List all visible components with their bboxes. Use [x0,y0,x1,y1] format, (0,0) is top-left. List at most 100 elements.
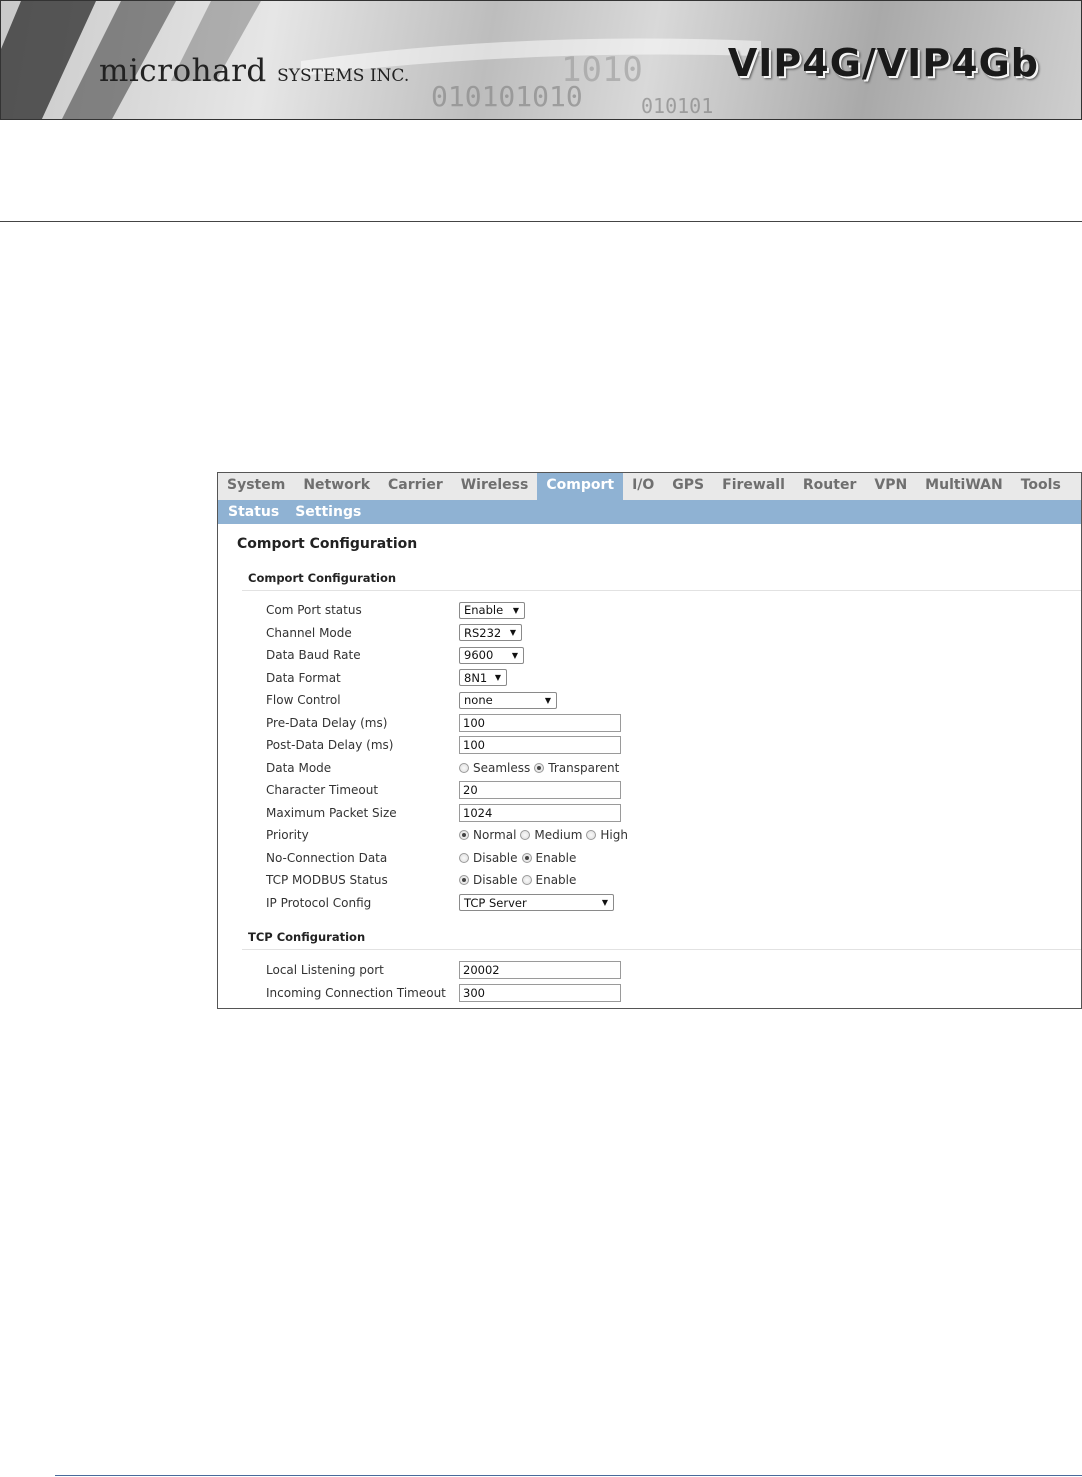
channel-mode-select[interactable]: RS232 ▼ [459,624,522,641]
data-baud-rate-select[interactable]: 9600 ▼ [459,646,524,664]
tab-firewall[interactable]: Firewall [713,473,794,500]
com-port-status-label: Com Port status [266,603,362,617]
priority-radio-group: Normal Medium High [459,828,632,842]
row-data-mode: Data Mode Seamless Transparent [266,758,623,778]
post-data-delay-input[interactable] [459,736,621,754]
local-listening-port-input[interactable] [459,961,621,979]
tab-tools[interactable]: Tools [1012,473,1070,500]
brand-name: microhard [99,53,267,89]
row-pre-data-delay: Pre-Data Delay (ms) [266,713,621,733]
character-timeout-input[interactable] [459,781,621,799]
row-channel-mode: Channel Mode RS232 ▼ [266,623,522,643]
svg-text:010101010: 010101010 [431,80,583,113]
dropdown-arrow-icon: ▼ [494,673,501,682]
row-com-port-status: Com Port status Enable ▼ [266,600,525,620]
row-flow-control: Flow Control none ▼ [266,690,557,710]
comport-section-title: Comport Configuration [248,571,397,585]
no-connection-data-enable-radio[interactable] [521,852,532,863]
ip-protocol-config-label: IP Protocol Config [266,895,372,910]
priority-medium-label: Medium [534,828,583,842]
priority-normal-label: Normal [473,828,517,842]
tab-multiwan[interactable]: MultiWAN [916,473,1012,500]
dropdown-arrow-icon: ▼ [511,650,518,660]
no-connection-data-disable-label: Disable [473,850,518,865]
data-mode-label: Data Mode [266,760,332,775]
tab-comport[interactable]: Comport [537,473,624,500]
dropdown-arrow-icon: ▼ [512,605,519,615]
dropdown-arrow-icon: ▼ [544,695,551,705]
tcp-modbus-enable-label: Enable [535,873,577,887]
channel-mode-label: Channel Mode [266,625,352,640]
character-timeout-label: Character Timeout [266,783,379,797]
dropdown-arrow-icon: ▼ [509,628,516,637]
subtab-status[interactable]: Status [220,504,287,520]
data-mode-radio-group: Seamless Transparent [459,761,623,775]
tab-router[interactable]: Router [794,473,865,500]
ip-protocol-config-select[interactable]: TCP Server ▼ [459,894,614,911]
web-ui-panel: System Network Carrier Wireless Comport … [217,472,1082,1009]
flow-control-select[interactable]: none ▼ [459,691,557,709]
data-mode-seamless-label: Seamless [473,760,531,775]
data-format-label: Data Format [266,670,341,685]
com-port-status-select[interactable]: Enable ▼ [459,601,525,619]
data-format-select[interactable]: 8N1 ▼ [459,669,507,686]
tcp-modbus-status-radio-group: Disable Enable [459,873,580,887]
tab-vpn[interactable]: VPN [865,473,916,500]
tab-gps[interactable]: GPS [663,473,713,500]
row-character-timeout: Character Timeout [266,780,621,800]
tcp-modbus-status-label: TCP MODBUS Status [266,873,388,887]
page-title: Comport Configuration [237,536,418,552]
row-data-format: Data Format 8N1 ▼ [266,668,507,688]
data-mode-transparent-radio[interactable] [534,762,545,773]
tcp-modbus-enable-radio[interactable] [521,875,532,885]
no-connection-data-label: No-Connection Data [266,850,388,865]
tab-wireless[interactable]: Wireless [452,473,538,500]
tcp-modbus-disable-label: Disable [473,873,518,887]
flow-control-value: none [464,693,493,707]
row-no-connection-data: No-Connection Data Disable Enable [266,848,580,868]
ip-protocol-config-value: TCP Server [464,895,527,910]
brand-logo: microhard SYSTEMS INC. [99,53,409,89]
data-baud-rate-value: 9600 [464,648,494,662]
priority-normal-radio[interactable] [459,830,469,840]
tab-io[interactable]: I/O [623,473,663,500]
section-divider [242,949,1081,950]
post-data-delay-label: Post-Data Delay (ms) [266,738,394,752]
flow-control-label: Flow Control [266,693,341,707]
row-local-listening-port: Local Listening port [266,960,621,980]
row-priority: Priority Normal Medium High [266,825,632,845]
com-port-status-value: Enable [464,603,504,617]
product-title: VIP4G/VIP4Gb [727,41,1039,85]
brand-suffix: SYSTEMS INC. [277,66,410,86]
priority-label: Priority [266,828,309,842]
incoming-connection-timeout-label: Incoming Connection Timeout [266,985,446,1000]
row-data-baud-rate: Data Baud Rate 9600 ▼ [266,645,524,665]
footer-divider [55,1475,1082,1476]
priority-medium-radio[interactable] [520,830,531,840]
tab-carrier[interactable]: Carrier [379,473,452,500]
row-incoming-connection-timeout: Incoming Connection Timeout [266,983,621,1003]
row-post-data-delay: Post-Data Delay (ms) [266,735,621,755]
row-ip-protocol-config: IP Protocol Config TCP Server ▼ [266,893,614,913]
incoming-connection-timeout-input[interactable] [459,983,621,1002]
pre-data-delay-input[interactable] [459,713,621,732]
tcp-section-title: TCP Configuration [248,930,366,944]
no-connection-data-enable-label: Enable [535,850,577,865]
tcp-modbus-disable-radio[interactable] [459,875,469,885]
subtab-settings[interactable]: Settings [287,504,369,520]
tab-network[interactable]: Network [294,473,379,500]
max-packet-size-label: Maximum Packet Size [266,805,397,820]
no-connection-data-disable-radio[interactable] [459,852,469,863]
priority-high-label: High [600,828,628,842]
svg-text:010101: 010101 [641,94,713,118]
data-mode-seamless-radio[interactable] [459,762,469,773]
no-connection-data-radio-group: Disable Enable [459,851,580,865]
data-mode-transparent-label: Transparent [548,760,620,775]
tab-system[interactable]: System [218,473,294,500]
max-packet-size-input[interactable] [459,803,621,822]
channel-mode-value: RS232 [464,625,502,640]
top-nav: System Network Carrier Wireless Comport … [218,473,1081,500]
local-listening-port-label: Local Listening port [266,963,384,977]
priority-high-radio[interactable] [586,830,597,840]
section-divider [242,590,1081,591]
